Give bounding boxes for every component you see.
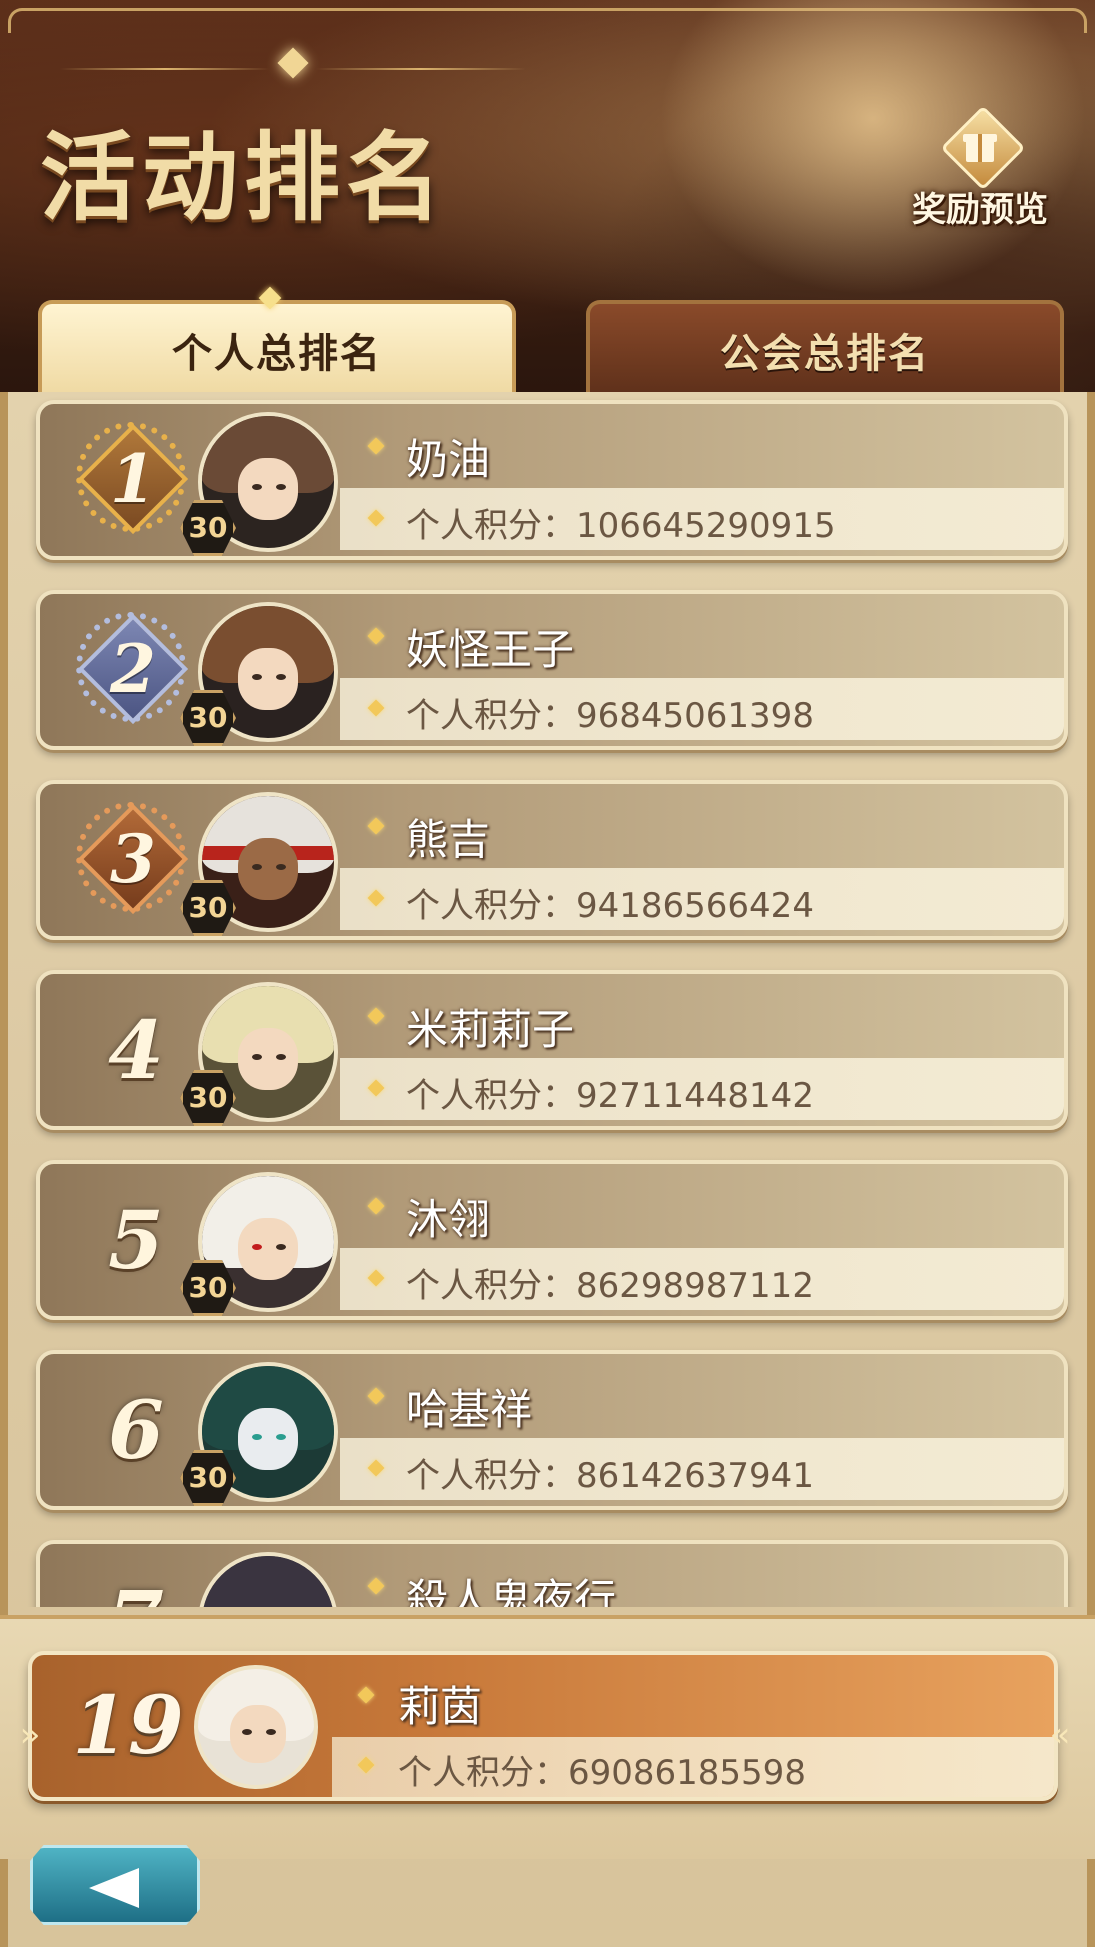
- rank-number: 5: [108, 1193, 164, 1287]
- score-value: 92711448142: [576, 1076, 814, 1116]
- score-line: 个人积分：86142637941: [406, 1448, 814, 1497]
- tab-label: 公会总排名: [720, 331, 930, 377]
- reward-preview-button[interactable]: 奖励预览: [900, 105, 1060, 240]
- score-label: 个人积分：: [406, 696, 576, 736]
- event-header: 活动排名 奖励预览 个人总排名 公会总排名: [0, 0, 1095, 395]
- sparkle-icon: [367, 817, 385, 835]
- score-value: 96845061398: [576, 696, 814, 736]
- title-ornament: [60, 47, 526, 79]
- player-name: 妖怪王子: [406, 625, 575, 674]
- sparkle-icon: [367, 1007, 385, 1025]
- ranking-row[interactable]: 2 30 妖怪王子 个人积分：96845061398: [36, 590, 1068, 750]
- player-name: 奶油: [406, 435, 491, 484]
- tab-personal-ranking[interactable]: 个人总排名: [38, 300, 516, 395]
- gift-icon: [940, 105, 1026, 191]
- page-title: 活动排名: [40, 121, 448, 234]
- ranking-row[interactable]: 7 殺人鬼夜行: [36, 1540, 1068, 1607]
- sparkle-icon: [367, 1197, 385, 1215]
- score-label: 个人积分：: [406, 1266, 576, 1306]
- score-label: 个人积分：: [398, 1753, 568, 1793]
- score-value: 94186566424: [576, 886, 814, 926]
- silver-rank-badge: 2: [70, 606, 196, 732]
- gold-rank-badge: 1: [70, 416, 196, 542]
- player-name: 熊吉: [406, 815, 491, 864]
- score-label: 个人积分：: [406, 886, 576, 926]
- rank-number: 2: [110, 630, 156, 708]
- score-label: 个人积分：: [406, 1076, 576, 1116]
- score-label: 个人积分：: [406, 1456, 576, 1496]
- rank-number: 6: [108, 1383, 164, 1477]
- rank-number: 1: [110, 440, 156, 518]
- player-name: 米莉莉子: [406, 1005, 575, 1054]
- score-value: 86142637941: [576, 1456, 814, 1496]
- score-line: 个人积分：69086185598: [398, 1745, 806, 1794]
- player-name: 殺人鬼夜行: [406, 1575, 617, 1607]
- score-line: 个人积分：96845061398: [406, 688, 814, 737]
- ranking-row[interactable]: 1 30 奶油 个人积分：106645290915: [36, 400, 1068, 560]
- score-line: 个人积分：86298987112: [406, 1258, 814, 1307]
- sparkle-icon: [367, 1577, 385, 1595]
- avatar[interactable]: [194, 1665, 318, 1789]
- rank-number: 7: [76, 1570, 196, 1607]
- player-name: 哈基祥: [406, 1385, 533, 1434]
- player-name: 莉茵: [398, 1682, 483, 1731]
- sparkle-icon: [367, 437, 385, 455]
- bronze-rank-badge: 3: [70, 796, 196, 922]
- sparkle-icon: [367, 627, 385, 645]
- back-arrow-icon: [89, 1868, 139, 1908]
- score-line: 个人积分：106645290915: [406, 498, 836, 547]
- my-rank-number: 19: [72, 1678, 184, 1772]
- rank-number: 4: [108, 1003, 164, 1097]
- ranking-row[interactable]: 3 30 熊吉 个人积分：94186566424: [36, 780, 1068, 940]
- ranking-row[interactable]: 5 30 沐翎 个人积分：86298987112: [36, 1160, 1068, 1320]
- score-line: 个人积分：92711448142: [406, 1068, 814, 1117]
- score-value: 106645290915: [576, 506, 836, 546]
- score-line: 个人积分：94186566424: [406, 878, 814, 927]
- rank-number: 3: [110, 820, 156, 898]
- ranking-list[interactable]: 1 30 奶油 个人积分：106645290915 2 30 妖怪王子 个人积分…: [8, 392, 1087, 1607]
- tab-guild-ranking[interactable]: 公会总排名: [586, 300, 1064, 395]
- sparkle-icon: [367, 1387, 385, 1405]
- avatar[interactable]: [198, 1552, 338, 1607]
- player-name: 沐翎: [406, 1195, 491, 1244]
- my-rank-bar: 19 莉茵 个人积分：69086185598 » «: [0, 1615, 1095, 1859]
- sparkle-icon: [357, 1686, 375, 1704]
- ranking-row[interactable]: 6 30 哈基祥 个人积分：86142637941: [36, 1350, 1068, 1510]
- score-label: 个人积分：: [406, 506, 576, 546]
- reward-preview-label: 奖励预览: [912, 190, 1048, 230]
- ornament-gem-icon: [277, 47, 309, 79]
- my-ranking-row[interactable]: 19 莉茵 个人积分：69086185598: [28, 1651, 1058, 1801]
- score-value: 69086185598: [568, 1753, 806, 1793]
- right-chevron-icon: «: [1049, 1715, 1071, 1755]
- score-value: 86298987112: [576, 1266, 814, 1306]
- tab-label: 个人总排名: [172, 331, 382, 377]
- back-button[interactable]: [30, 1845, 200, 1925]
- ranking-row[interactable]: 4 30 米莉莉子 个人积分：92711448142: [36, 970, 1068, 1130]
- left-chevron-icon: »: [19, 1715, 41, 1755]
